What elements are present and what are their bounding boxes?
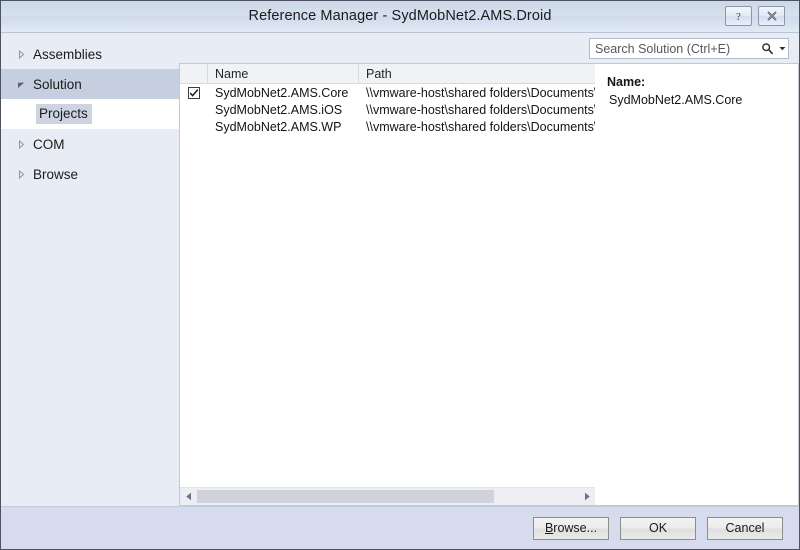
row-path: \\vmware-host\shared folders\Documents\\ xyxy=(366,119,595,134)
list-column-headers: Name Path xyxy=(180,64,595,84)
list-column: Name Path SydMobNet2.AMS.Core \\vmware-h… xyxy=(179,33,595,506)
row-checkbox-cell[interactable] xyxy=(180,86,208,99)
sidebar-item-label: Solution xyxy=(33,76,82,92)
column-header-path[interactable]: Path xyxy=(359,64,595,83)
sidebar-item-assemblies[interactable]: Assemblies xyxy=(1,39,179,69)
detail-pane: Name: SydMobNet2.AMS.Core xyxy=(589,33,799,506)
column-header-name[interactable]: Name xyxy=(208,64,359,83)
chevron-down-icon[interactable] xyxy=(776,39,788,58)
checkbox-unchecked-icon[interactable] xyxy=(188,104,200,116)
search-container xyxy=(589,33,799,63)
sidebar-item-label: COM xyxy=(33,136,65,152)
chevron-down-icon xyxy=(17,80,32,89)
search-input[interactable] xyxy=(590,40,759,57)
browse-accelerator: B xyxy=(544,521,554,535)
scrollbar-track[interactable] xyxy=(197,488,578,505)
help-button[interactable]: ? xyxy=(725,6,752,26)
row-checkbox-cell[interactable] xyxy=(180,121,208,133)
sidebar-item-browse[interactable]: Browse xyxy=(1,159,179,189)
window-title: Reference Manager - SydMobNet2.AMS.Droid xyxy=(248,8,552,24)
row-path: \\vmware-host\shared folders\Documents\\ xyxy=(366,102,595,117)
horizontal-scrollbar[interactable] xyxy=(180,487,595,505)
list-rows: SydMobNet2.AMS.Core \\vmware-host\shared… xyxy=(180,84,595,487)
chevron-right-icon xyxy=(17,139,32,149)
cancel-button[interactable]: Cancel xyxy=(707,516,783,540)
reference-list: Name Path SydMobNet2.AMS.Core \\vmware-h… xyxy=(179,63,595,506)
sidebar-item-projects[interactable]: Projects xyxy=(1,99,179,129)
checkbox-checked-icon[interactable] xyxy=(188,86,200,99)
ok-button[interactable]: OK xyxy=(620,516,696,540)
row-checkbox-cell[interactable] xyxy=(180,104,208,116)
dialog-footer: Browse... OK Cancel xyxy=(1,506,799,549)
checkbox-unchecked-icon[interactable] xyxy=(188,121,200,133)
chevron-right-icon xyxy=(17,49,32,59)
triangle-left-icon[interactable] xyxy=(180,488,197,505)
table-row[interactable]: SydMobNet2.AMS.WP \\vmware-host\shared f… xyxy=(180,118,595,135)
title-bar: Reference Manager - SydMobNet2.AMS.Droid… xyxy=(1,1,799,33)
sidebar-item-solution[interactable]: Solution xyxy=(1,69,179,99)
close-x-icon xyxy=(766,11,777,21)
browse-label-rest: rowse... xyxy=(553,521,598,535)
search-magnifier-icon[interactable] xyxy=(759,39,776,58)
sidebar-item-com[interactable]: COM xyxy=(1,129,179,159)
svg-text:?: ? xyxy=(736,11,741,22)
sidebar-item-label: Projects xyxy=(36,104,92,124)
triangle-right-icon[interactable] xyxy=(578,488,595,505)
reference-manager-dialog: Reference Manager - SydMobNet2.AMS.Droid… xyxy=(0,0,800,550)
detail-name-label: Name: xyxy=(607,75,646,89)
scrollbar-thumb[interactable] xyxy=(197,490,495,503)
row-name: SydMobNet2.AMS.WP xyxy=(215,119,342,134)
search-row xyxy=(179,33,595,63)
row-name: SydMobNet2.AMS.Core xyxy=(215,85,349,100)
table-row[interactable]: SydMobNet2.AMS.iOS \\vmware-host\shared … xyxy=(180,101,595,118)
row-name: SydMobNet2.AMS.iOS xyxy=(215,102,343,117)
column-header-checkbox[interactable] xyxy=(180,64,208,83)
sidebar-item-label: Browse xyxy=(33,166,79,182)
close-button[interactable] xyxy=(758,6,785,26)
solution-children: Projects xyxy=(1,99,179,129)
detail-name-value: SydMobNet2.AMS.Core xyxy=(609,93,743,108)
dialog-body: Assemblies Solution Projects COM Browse … xyxy=(1,33,799,506)
detail-box: Name: SydMobNet2.AMS.Core xyxy=(595,63,799,506)
chevron-right-icon xyxy=(17,169,32,179)
search-box[interactable] xyxy=(589,38,789,59)
category-tree: Assemblies Solution Projects COM Browse xyxy=(1,33,179,506)
table-row[interactable]: SydMobNet2.AMS.Core \\vmware-host\shared… xyxy=(180,84,595,101)
browse-button[interactable]: Browse... xyxy=(533,516,609,540)
sidebar-item-label: Assemblies xyxy=(33,46,103,62)
question-mark-icon: ? xyxy=(736,11,741,22)
row-path: \\vmware-host\shared folders\Documents\\ xyxy=(366,85,595,100)
